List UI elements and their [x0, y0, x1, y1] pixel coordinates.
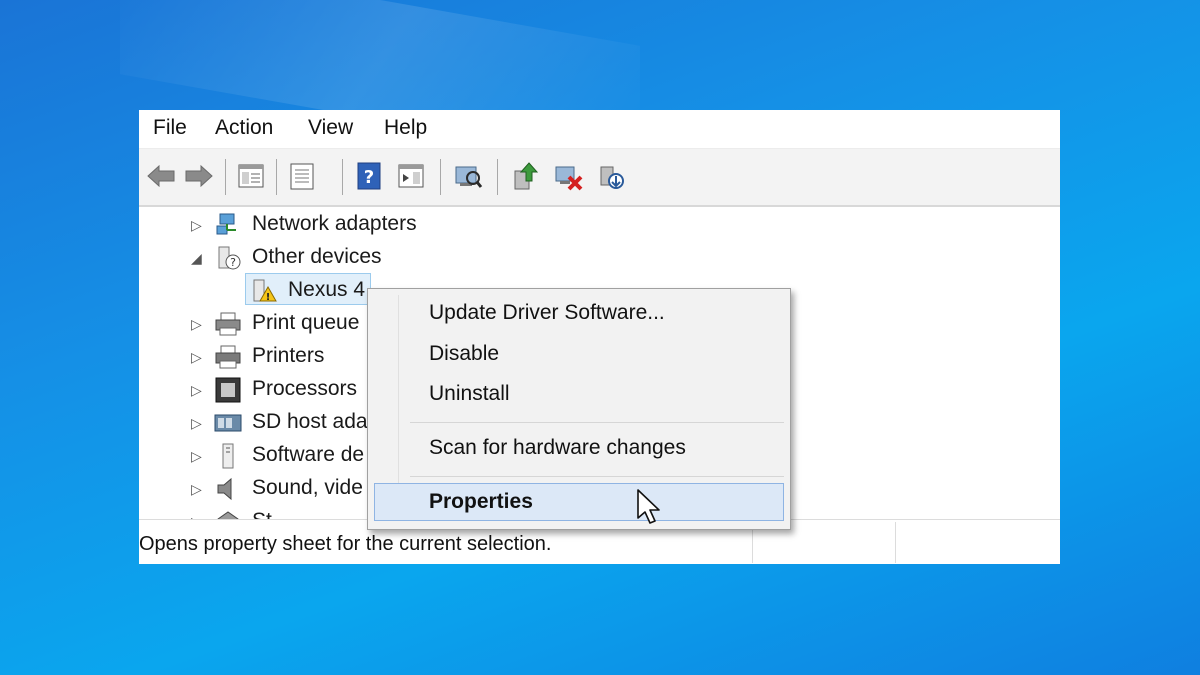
tree-item-label: Nexus 4: [288, 278, 366, 301]
mouse-pointer-icon: [636, 488, 664, 528]
expand-icon[interactable]: ▷: [191, 349, 202, 366]
forward-icon[interactable]: [183, 159, 215, 193]
menu-item-disable[interactable]: Disable: [374, 336, 784, 372]
menu-item-uninstall[interactable]: Uninstall: [374, 376, 784, 412]
warning-device-icon: !: [250, 278, 278, 304]
update-driver-icon[interactable]: [509, 159, 541, 193]
expand-icon[interactable]: ▷: [191, 415, 202, 432]
expand-icon[interactable]: ▷: [191, 316, 202, 333]
desktop: { "menubar": { "items": ["File", "Action…: [0, 0, 1200, 675]
menu-item-properties[interactable]: Properties: [374, 483, 784, 521]
collapse-icon[interactable]: ◢: [191, 250, 202, 267]
tree-item-label: Software de: [252, 443, 365, 466]
svg-text:?: ?: [364, 167, 374, 188]
menu-item-update-driver[interactable]: Update Driver Software...: [374, 295, 784, 331]
tree-item-label: Print queue: [252, 311, 360, 334]
svg-text:?: ?: [230, 256, 236, 269]
tree-item-label: Network adapters: [252, 212, 417, 235]
menu-separator: [410, 476, 784, 477]
network-adapter-icon: [214, 212, 242, 238]
tree-item-label: Processors: [252, 377, 358, 400]
menu-item-label: Disable: [429, 342, 500, 365]
processor-icon: [214, 377, 242, 403]
expand-icon[interactable]: ▷: [191, 448, 202, 465]
menu-file[interactable]: File: [153, 116, 187, 140]
menu-item-label: Update Driver Software...: [429, 301, 665, 324]
unknown-device-icon: ?: [214, 245, 242, 271]
menu-action[interactable]: Action: [215, 116, 273, 140]
scan-hardware-icon[interactable]: [452, 159, 484, 193]
menu-view[interactable]: View: [308, 116, 353, 140]
help-icon[interactable]: ?: [353, 159, 385, 193]
action-pane-icon[interactable]: [395, 159, 427, 193]
toolbar: ?: [139, 149, 1060, 207]
tree-item-other-devices[interactable]: ◢ ? Other devices: [139, 242, 639, 274]
menu-bar: File Action View Help: [139, 110, 1060, 149]
menu-item-label: Properties: [429, 490, 533, 513]
menu-help[interactable]: Help: [384, 116, 427, 140]
tree-item-network-adapters[interactable]: ▷ Network adapters: [139, 209, 639, 241]
expand-icon[interactable]: ▷: [191, 481, 202, 498]
menu-item-label: Scan for hardware changes: [429, 436, 686, 459]
storage-icon: [214, 509, 242, 519]
menu-item-scan-hardware[interactable]: Scan for hardware changes: [374, 430, 784, 466]
uninstall-device-icon[interactable]: [552, 159, 584, 193]
software-device-icon: [214, 443, 242, 469]
menu-separator: [410, 422, 784, 423]
print-queue-icon: [214, 311, 242, 337]
context-menu: Update Driver Software... Disable Uninst…: [367, 288, 791, 530]
printer-icon: [214, 344, 242, 370]
properties-icon[interactable]: [286, 159, 318, 193]
console-tree-icon[interactable]: [235, 159, 267, 193]
sound-icon: [214, 476, 242, 502]
status-text: Opens property sheet for the current sel…: [139, 533, 552, 555]
tree-item-label: Sound, vide: [252, 476, 363, 499]
enable-device-icon[interactable]: [595, 159, 627, 193]
svg-text:!: !: [266, 292, 271, 303]
expand-icon[interactable]: ▷: [191, 217, 202, 234]
menu-item-label: Uninstall: [429, 382, 510, 405]
tree-item-label: Printers: [252, 344, 325, 367]
tree-item-label: St: [252, 509, 272, 519]
tree-item-label: SD host ada: [252, 410, 368, 433]
sd-host-icon: [214, 410, 242, 436]
status-divider: [895, 522, 896, 563]
expand-icon[interactable]: ▷: [191, 382, 202, 399]
tree-item-label: Other devices: [252, 245, 382, 268]
back-icon[interactable]: [145, 159, 177, 193]
